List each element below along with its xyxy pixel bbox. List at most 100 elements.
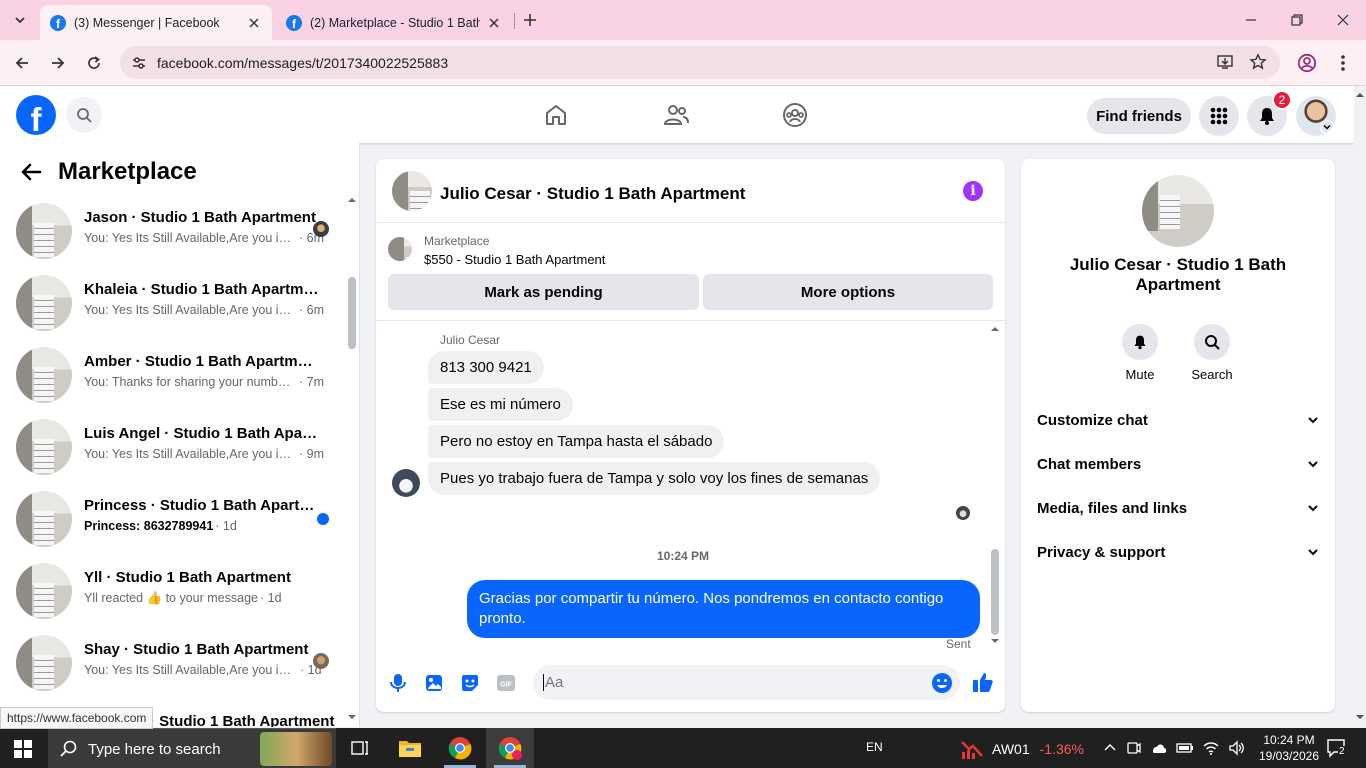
tab-title: (3) Messenger | Facebook	[74, 15, 220, 30]
gif-icon: GIF	[497, 675, 515, 691]
gif-button[interactable]: GIF	[495, 672, 517, 694]
back-button[interactable]	[10, 51, 34, 75]
message-bubble[interactable]: 813 300 9421	[428, 351, 544, 384]
conversation-preview: Princess: 8632789941 · 1d	[84, 519, 324, 533]
listing-title[interactable]: $550 - Studio 1 Bath Apartment	[424, 252, 605, 267]
facebook-logo[interactable]: f	[16, 95, 56, 135]
volume-icon[interactable]	[1228, 740, 1246, 756]
close-window-button[interactable]	[1320, 6, 1366, 34]
chat-scrollbar[interactable]	[988, 321, 1002, 651]
conversation-item[interactable]: Yll · Studio 1 Bath Apartment Yll reacte…	[16, 561, 346, 621]
message-bubble[interactable]: Pero no estoy en Tampa hasta el sábado	[428, 425, 725, 458]
scroll-down-arrow-icon	[1356, 715, 1364, 719]
listing-thumbnail[interactable]	[1142, 175, 1214, 247]
forward-button[interactable]	[46, 51, 70, 75]
site-settings-icon[interactable]	[130, 54, 148, 77]
conversation-name: Yll · Studio 1 Bath Apartment	[84, 569, 291, 586]
conversation-preview: Yll reacted 👍 to your message · 1d	[84, 591, 324, 606]
emoji-picker-icon[interactable]	[931, 672, 953, 699]
friends-nav-button[interactable]	[663, 102, 689, 128]
row-label: Customize chat	[1037, 411, 1148, 429]
browser-profile-icon[interactable]	[1297, 53, 1317, 78]
restore-button[interactable]	[1274, 6, 1320, 34]
media-files-links-row[interactable]: Media, files and links	[1037, 492, 1319, 524]
conversation-item[interactable]: Shay · Studio 1 Bath Apartment You: Yes …	[16, 633, 346, 693]
sender-avatar[interactable]	[392, 469, 420, 497]
listing-thumbnail	[16, 347, 72, 403]
voice-clip-button[interactable]	[387, 672, 409, 694]
new-tab-button[interactable]	[520, 10, 540, 30]
customize-chat-row[interactable]: Customize chat	[1037, 404, 1319, 436]
scrollbar-thumb[interactable]	[991, 549, 999, 635]
taskbar-search-box[interactable]: Type here to search	[48, 728, 336, 768]
scrollbar-thumb[interactable]	[348, 277, 356, 349]
mute-action[interactable]: Mute	[1110, 324, 1170, 382]
mute-label: Mute	[1125, 367, 1155, 382]
more-options-button[interactable]: More options	[703, 274, 993, 310]
listing-thumbnail[interactable]	[388, 237, 412, 261]
action-center-button[interactable]: 2	[1326, 738, 1352, 760]
chat-title[interactable]: Julio Cesar · Studio 1 Bath Apartment	[440, 184, 745, 204]
my-message-bubble[interactable]: Gracias por compartir tu número. Nos pon…	[467, 580, 980, 638]
wifi-icon[interactable]	[1202, 740, 1220, 756]
input-language[interactable]: EN	[866, 740, 883, 754]
windows-start-icon[interactable]	[14, 740, 32, 763]
marketplace-conversation-list: Marketplace Jason · Studio 1 Bath Apartm…	[0, 143, 360, 727]
facebook-search-button[interactable]	[66, 97, 102, 133]
preview-time: · 1d	[259, 591, 282, 605]
omnibox[interactable]: facebook.com/messages/t/2017340022525883	[120, 46, 1280, 79]
chrome-profile-taskbar-button[interactable]	[486, 728, 534, 768]
meet-now-icon[interactable]	[1126, 740, 1142, 756]
notification-badge: 2	[1272, 90, 1292, 110]
mute-button[interactable]	[1122, 324, 1158, 360]
arrow-left-icon[interactable]	[20, 161, 42, 183]
page-scrollbar[interactable]	[1354, 86, 1366, 727]
chrome-taskbar-button[interactable]	[436, 728, 484, 768]
tab-search-button[interactable]	[8, 9, 32, 31]
search-in-conversation-button[interactable]	[1194, 324, 1230, 360]
battery-icon[interactable]	[1176, 740, 1194, 756]
tab-messenger[interactable]: f (3) Messenger | Facebook	[40, 5, 272, 40]
stock-widget[interactable]: AW01 -1.36%	[960, 738, 1084, 760]
listing-thumbnail[interactable]	[392, 171, 432, 211]
bookmark-star-icon[interactable]	[1249, 53, 1267, 76]
sidebar-scrollbar[interactable]	[346, 193, 359, 723]
reload-button[interactable]	[82, 51, 106, 75]
file-explorer-taskbar-button[interactable]	[386, 728, 434, 768]
cloud-icon[interactable]	[1150, 740, 1168, 756]
account-avatar[interactable]	[1296, 96, 1336, 136]
search-icon	[77, 108, 92, 123]
taskbar-search-placeholder: Type here to search	[88, 741, 221, 758]
install-app-icon[interactable]	[1216, 53, 1234, 76]
conversation-item[interactable]: Luis Angel · Studio 1 Bath Apartment You…	[16, 417, 346, 477]
taskbar-clock[interactable]: 10:24 PM 19/03/2026	[1254, 732, 1324, 764]
minimize-button[interactable]	[1228, 6, 1274, 34]
close-tab-icon[interactable]	[486, 15, 502, 31]
task-view-button[interactable]	[336, 728, 384, 768]
privacy-support-row[interactable]: Privacy & support	[1037, 536, 1319, 568]
close-tab-icon[interactable]	[246, 15, 262, 31]
preview-time: · 9m	[299, 447, 324, 461]
conversation-item[interactable]: Khaleia · Studio 1 Bath Apartment You: Y…	[16, 273, 346, 333]
info-icon[interactable]: i	[963, 181, 983, 201]
message-bubble[interactable]: Pues yo trabajo fuera de Tampa y solo vo…	[428, 462, 881, 495]
find-friends-button[interactable]: Find friends	[1087, 98, 1191, 134]
conversation-item[interactable]: Amber · Studio 1 Bath Apartment You: Tha…	[16, 345, 346, 405]
conversation-item[interactable]: Jason · Studio 1 Bath Apartment You: Yes…	[16, 201, 346, 261]
conversation-preview: You: Yes Its Still Available,Are you int…	[84, 303, 324, 317]
menu-grid-button[interactable]	[1199, 96, 1239, 136]
attach-photo-button[interactable]	[423, 672, 445, 694]
groups-nav-button[interactable]	[782, 102, 808, 128]
home-nav-button[interactable]	[543, 102, 569, 128]
conversation-item[interactable]: Princess · Studio 1 Bath Apartment Princ…	[16, 489, 346, 549]
mark-as-pending-button[interactable]: Mark as pending	[388, 274, 699, 310]
like-send-button[interactable]	[972, 671, 994, 693]
browser-menu-icon[interactable]	[1335, 53, 1351, 78]
chevron-up-icon[interactable]	[1102, 740, 1118, 756]
chat-members-row[interactable]: Chat members	[1037, 448, 1319, 480]
sticker-button[interactable]	[459, 672, 481, 694]
message-bubble[interactable]: Ese es mi número	[428, 388, 573, 421]
search-action[interactable]: Search	[1182, 324, 1242, 382]
message-input[interactable]	[545, 665, 925, 700]
tab-marketplace[interactable]: f (2) Marketplace - Studio 1 Bath	[276, 5, 512, 40]
